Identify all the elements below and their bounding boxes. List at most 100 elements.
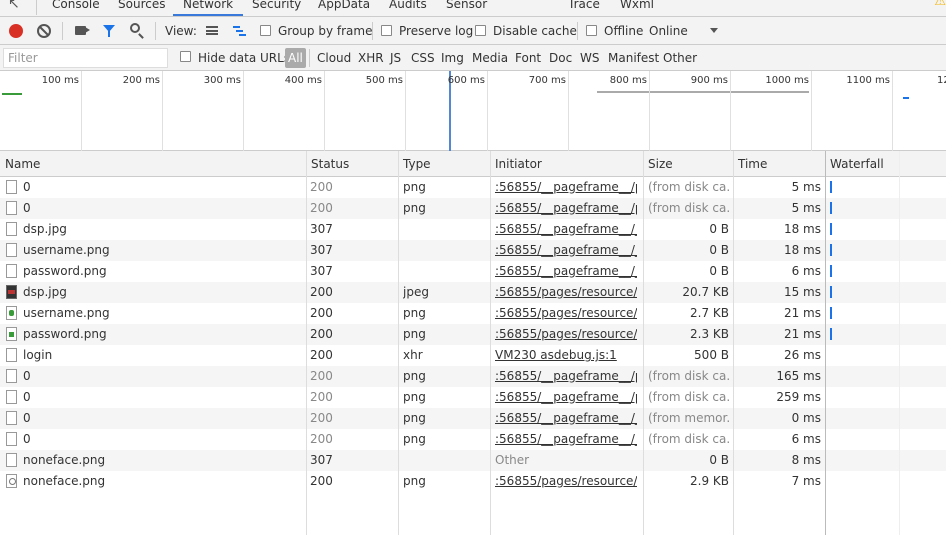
filter-type-cloud[interactable]: Cloud	[317, 51, 351, 65]
request-name[interactable]: noneface.png	[23, 474, 303, 488]
request-initiator[interactable]: :56855/pages/resource/i...	[495, 306, 637, 320]
table-row[interactable]: 0 200 png:56855/__pageframe__/p... (from di…	[0, 177, 946, 198]
request-name[interactable]: dsp.jpg	[23, 222, 303, 236]
column-header-status[interactable]: Status	[311, 157, 349, 171]
group-by-frame-checkbox[interactable]	[260, 25, 271, 36]
request-initiator[interactable]: :56855/pages/resource/i...	[495, 285, 637, 299]
search-icon[interactable]	[130, 23, 140, 33]
file-icon	[6, 201, 17, 215]
disable-cache-checkbox[interactable]	[475, 25, 486, 36]
filter-type-js[interactable]: JS	[390, 51, 401, 65]
request-name[interactable]: login	[23, 348, 303, 362]
request-name[interactable]: dsp.jpg	[23, 285, 303, 299]
filter-type-media[interactable]: Media	[472, 51, 508, 65]
table-row[interactable]: username.png 307:56855/__pageframe__/_...…	[0, 240, 946, 261]
tab-sensor[interactable]: Sensor	[436, 0, 497, 16]
network-toolbar: View: Group by frame Preserve log Disabl…	[0, 17, 946, 45]
request-initiator[interactable]: VM230 asdebug.js:1	[495, 348, 637, 362]
tab-network[interactable]: Network	[173, 0, 244, 16]
column-header-size[interactable]: Size	[648, 157, 673, 171]
column-header-waterfall[interactable]: Waterfall	[830, 157, 884, 171]
record-button[interactable]	[9, 24, 23, 38]
table-row[interactable]: username.png 200 png:56855/pages/resource/…	[0, 303, 946, 324]
tab-wxml[interactable]: Wxml	[610, 0, 664, 16]
request-name[interactable]: 0	[23, 180, 303, 194]
request-initiator[interactable]: :56855/__pageframe__/_...	[495, 432, 637, 446]
filter-type-font[interactable]: Font	[515, 51, 541, 65]
filter-type-xhr[interactable]: XHR	[358, 51, 384, 65]
request-name[interactable]: password.png	[23, 264, 303, 278]
request-initiator[interactable]: :56855/__pageframe__/_...	[495, 411, 637, 425]
request-initiator[interactable]: :56855/__pageframe__/p...	[495, 201, 637, 215]
table-row[interactable]: dsp.jpg 307:56855/__pageframe__/_... 0 B 18…	[0, 219, 946, 240]
filter-type-all[interactable]: All	[285, 48, 306, 68]
table-row[interactable]: 0 200 png:56855/__pageframe__/_... (from me…	[0, 408, 946, 429]
request-status: 200	[310, 432, 333, 446]
column-divider[interactable]	[643, 151, 644, 535]
table-row[interactable]: dsp.jpg 200 jpeg:56855/pages/resource/i...…	[0, 282, 946, 303]
column-header-type[interactable]: Type	[403, 157, 431, 171]
column-divider[interactable]	[733, 151, 734, 535]
column-divider[interactable]	[490, 151, 491, 535]
waterfall-view-icon[interactable]	[233, 26, 246, 36]
table-row[interactable]: noneface.png 307 Other 0 B 8 ms	[0, 450, 946, 471]
filter-type-ws[interactable]: WS	[580, 51, 599, 65]
table-row[interactable]: password.png 200 png:56855/pages/resource/…	[0, 324, 946, 345]
request-initiator[interactable]: :56855/__pageframe__/_...	[495, 243, 637, 257]
request-initiator[interactable]: :56855/__pageframe__/p...	[495, 390, 637, 404]
table-row[interactable]: 0 200 png:56855/__pageframe__/p... (from di…	[0, 387, 946, 408]
filter-icon[interactable]	[103, 25, 115, 37]
column-header-initiator[interactable]: Initiator	[495, 157, 542, 171]
inspect-element-icon[interactable]: ↖	[8, 0, 20, 12]
request-initiator[interactable]: :56855/pages/resource/i...	[495, 474, 637, 488]
filter-type-other[interactable]: Other	[663, 51, 697, 65]
request-name[interactable]: 0	[23, 390, 303, 404]
tab-appdata[interactable]: AppData	[308, 0, 380, 16]
tab-audits[interactable]: Audits	[379, 0, 437, 16]
preserve-log-checkbox[interactable]	[381, 25, 392, 36]
request-name[interactable]: 0	[23, 411, 303, 425]
warning-icon[interactable]: ⚠	[934, 0, 946, 9]
offline-checkbox[interactable]	[586, 25, 597, 36]
column-header-time[interactable]: Time	[738, 157, 767, 171]
table-row[interactable]: 0 200 png:56855/__pageframe__/p... (from di…	[0, 366, 946, 387]
column-header-name[interactable]: Name	[5, 157, 40, 171]
request-initiator[interactable]: :56855/__pageframe__/_...	[495, 264, 637, 278]
tab-sources[interactable]: Sources	[108, 0, 175, 16]
request-name[interactable]: username.png	[23, 243, 303, 257]
table-row[interactable]: login 200 xhr VM230 asdebug.js:1 500 B 26 ms	[0, 345, 946, 366]
filter-input[interactable]	[3, 48, 168, 68]
filter-type-manifest[interactable]: Manifest	[608, 51, 659, 65]
network-overview-timeline[interactable]: 100 ms 200 ms 300 ms 400 ms 500 ms 600 ms 700 …	[0, 71, 946, 151]
large-rows-icon[interactable]	[206, 26, 218, 35]
request-initiator[interactable]: :56855/__pageframe__/p...	[495, 180, 637, 194]
tab-trace[interactable]: Trace	[558, 0, 610, 16]
filter-type-doc[interactable]: Doc	[549, 51, 572, 65]
tab-console[interactable]: Console	[42, 0, 110, 16]
table-row[interactable]: noneface.png 200 png:56855/pages/resource/…	[0, 471, 946, 492]
table-row[interactable]: password.png 307:56855/__pageframe__/_...…	[0, 261, 946, 282]
request-initiator[interactable]: :56855/__pageframe__/p...	[495, 369, 637, 383]
table-row[interactable]: 0 200 png:56855/__pageframe__/_... (from di…	[0, 429, 946, 450]
chevron-down-icon[interactable]	[710, 28, 718, 33]
waterfall-bar	[830, 328, 832, 340]
clear-button[interactable]	[37, 24, 51, 38]
request-initiator[interactable]: :56855/pages/resource/i...	[495, 327, 637, 341]
request-initiator[interactable]: :56855/__pageframe__/_...	[495, 222, 637, 236]
tab-security[interactable]: Security	[242, 0, 311, 16]
request-name[interactable]: password.png	[23, 327, 303, 341]
throttling-select[interactable]: Online	[649, 24, 688, 38]
column-divider[interactable]	[825, 151, 826, 535]
filter-type-img[interactable]: Img	[441, 51, 464, 65]
column-divider[interactable]	[306, 151, 307, 535]
hide-data-urls-checkbox[interactable]	[180, 51, 191, 62]
request-name[interactable]: noneface.png	[23, 453, 303, 467]
column-divider[interactable]	[398, 151, 399, 535]
table-row[interactable]: 0 200 png:56855/__pageframe__/p... (from di…	[0, 198, 946, 219]
request-name[interactable]: 0	[23, 369, 303, 383]
filter-type-css[interactable]: CSS	[411, 51, 435, 65]
request-name[interactable]: 0	[23, 201, 303, 215]
capture-screenshots-icon[interactable]	[75, 26, 90, 35]
request-name[interactable]: username.png	[23, 306, 303, 320]
request-name[interactable]: 0	[23, 432, 303, 446]
